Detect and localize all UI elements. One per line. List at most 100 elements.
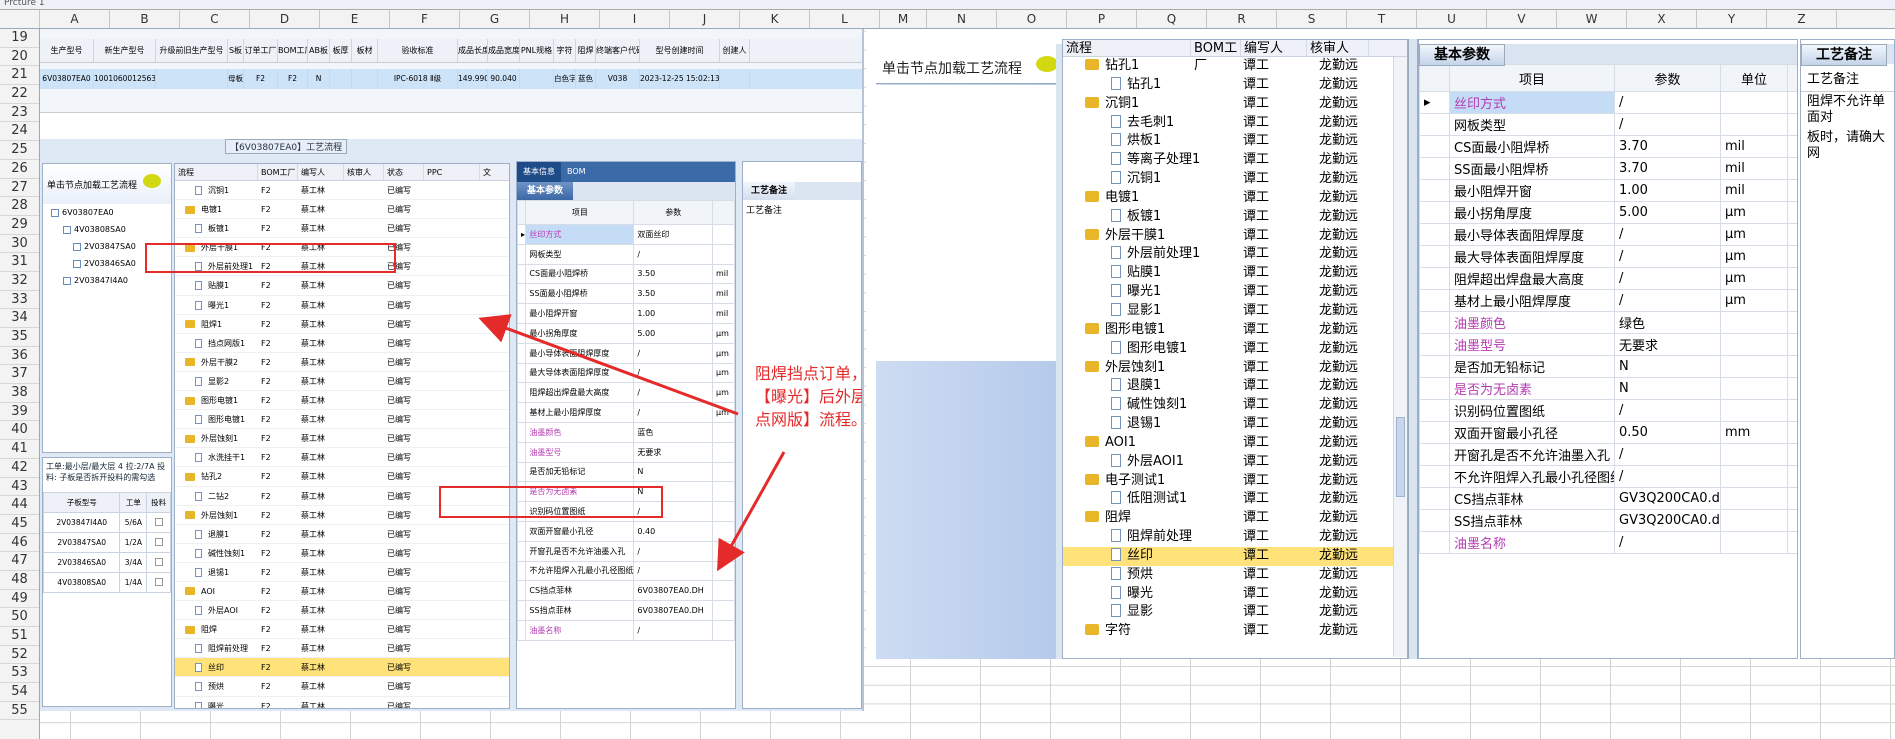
param-value[interactable]: 0.40 <box>633 520 714 542</box>
right-param-value[interactable]: GV3Q200CA0.dh <box>1614 509 1721 532</box>
right-param-value[interactable]: / <box>1614 443 1721 466</box>
right-param-row[interactable]: 最小导体表面阻焊厚度 / μm <box>1419 223 1797 246</box>
grid-col-header[interactable]: 终端客户代码 <box>596 39 640 62</box>
flow-col-header[interactable]: 状态 <box>384 164 424 180</box>
right-param-row[interactable]: 开窗孔是否不允许油墨入孔 / <box>1419 443 1797 466</box>
row-header[interactable]: 38 <box>0 384 39 403</box>
right-flow-row[interactable]: 碱性蚀刻1 谭工 龙勤远 <box>1063 396 1407 415</box>
param-row[interactable]: 油墨型号 无要求 <box>517 441 735 463</box>
param-row[interactable]: CS面最小阻焊桥 3.50 mil <box>517 263 735 285</box>
node-checkbox-icon[interactable] <box>63 276 71 285</box>
flow-row[interactable]: 图形电镀1 F2 蔡工林 已编写 <box>175 410 509 430</box>
row-header[interactable]: 43 <box>0 478 39 497</box>
tab-basic-params[interactable]: 基本参数 <box>517 182 574 200</box>
feed-checkbox[interactable] <box>154 557 163 566</box>
flow-row[interactable]: AOI F2 蔡工林 已编写 <box>175 582 509 602</box>
flow-row[interactable]: 外层AOI F2 蔡工林 已编写 <box>175 601 509 621</box>
row-header[interactable]: 23 <box>0 104 39 123</box>
param-value[interactable]: 双面丝印 <box>633 224 714 245</box>
node-checkbox-icon[interactable] <box>73 242 81 251</box>
right-param-row[interactable]: 油墨型号 无要求 <box>1419 333 1797 356</box>
right-flow-row[interactable]: 曝光1 谭工 龙勤远 <box>1063 283 1407 302</box>
grid-col-header[interactable]: 字符 <box>554 39 576 62</box>
right-flow-row[interactable]: 外层AOI1 谭工 龙勤远 <box>1063 453 1407 472</box>
param-value[interactable]: 6V03807EA0.DH <box>633 580 714 602</box>
param-row[interactable]: 最小拐角厚度 5.00 μm <box>517 322 735 344</box>
row-header[interactable]: 53 <box>0 664 39 684</box>
param-row[interactable]: 双面开窗最小孔径 0.40 <box>517 520 735 542</box>
param-value[interactable]: / <box>633 540 714 562</box>
row-header[interactable]: 51 <box>0 627 39 646</box>
corner-cell[interactable] <box>0 10 40 28</box>
right-param-row[interactable]: 网板类型 / <box>1419 113 1797 136</box>
right-param-value[interactable]: 1.00 <box>1614 179 1721 202</box>
right-flow-row[interactable]: 板镀1 谭工 龙勤远 <box>1063 208 1407 227</box>
right-flow-row[interactable]: 低阻测试1 谭工 龙勤远 <box>1063 490 1407 509</box>
right-param-value[interactable]: / <box>1614 267 1721 290</box>
param-row[interactable]: SS挡点菲林 6V03807EA0.DH <box>517 600 735 621</box>
flow-row[interactable]: 板镀1 F2 蔡工林 已编写 <box>175 219 509 239</box>
column-header[interactable]: W <box>1557 10 1627 28</box>
grid-col-header[interactable]: 创建人 <box>720 39 750 62</box>
grid-col-header[interactable]: 型号创建时间 <box>640 39 720 62</box>
right-flow-row[interactable]: 显影1 谭工 龙勤远 <box>1063 302 1407 321</box>
right-flow-row[interactable]: 预烘 谭工 龙勤远 <box>1063 566 1407 585</box>
param-value[interactable]: / <box>633 243 714 265</box>
grid-col-header[interactable]: PNL规格 <box>520 39 554 62</box>
flow-row[interactable]: 图形电镀1 F2 蔡工林 已编写 <box>175 391 509 411</box>
grid-col-header[interactable]: 生产型号 <box>40 39 94 62</box>
grid-col-header[interactable]: 订单工厂 <box>244 39 278 62</box>
flow-col-header[interactable]: BOM工厂 <box>258 164 298 180</box>
right-flow-row[interactable]: 字符 谭工 龙勤远 <box>1063 622 1407 641</box>
column-header[interactable]: G <box>460 10 530 28</box>
right-param-row[interactable]: 基材上最小阻焊厚度 / μm <box>1419 289 1797 312</box>
flow-row[interactable]: 沉铜1 F2 蔡工林 已编写 <box>175 181 509 201</box>
right-param-row[interactable]: 是否加无铅标记 N <box>1419 355 1797 378</box>
column-header[interactable]: Z <box>1767 10 1837 28</box>
column-header[interactable]: K <box>740 10 810 28</box>
row-header[interactable]: 37 <box>0 365 39 385</box>
row-header[interactable]: 46 <box>0 534 39 553</box>
feed-checkbox[interactable] <box>154 517 163 526</box>
row-header[interactable]: 52 <box>0 646 39 665</box>
right-flow-row[interactable]: 阻焊前处理 谭工 龙勤远 <box>1063 528 1407 547</box>
column-header[interactable]: M <box>880 10 927 28</box>
param-value[interactable]: / <box>633 402 714 423</box>
node-checkbox-icon[interactable] <box>51 208 59 217</box>
right-flow-row[interactable]: 丝印 谭工 龙勤远 <box>1063 546 1407 566</box>
sub-board-row[interactable]: 2V03847SA0 1/2A <box>42 532 171 553</box>
column-header[interactable]: E <box>320 10 390 28</box>
right-flow-row[interactable]: 显影 谭工 龙勤远 <box>1063 603 1407 622</box>
row-header[interactable]: 22 <box>0 85 39 104</box>
column-header[interactable]: Y <box>1697 10 1767 28</box>
right-param-row[interactable]: 油墨名称 / <box>1419 531 1797 554</box>
right-flow-row[interactable]: 曝光 谭工 龙勤远 <box>1063 585 1407 604</box>
right-param-row[interactable]: SS面最小阻焊桥 3.70 mil <box>1419 157 1797 180</box>
feed-checkbox[interactable] <box>154 577 163 586</box>
right-param-value[interactable]: 3.70 <box>1614 157 1721 180</box>
splitter-middle[interactable] <box>1408 39 1418 659</box>
row-header[interactable]: 34 <box>0 309 39 328</box>
flow-row[interactable]: 显影2 F2 蔡工林 已编写 <box>175 372 509 392</box>
row-header[interactable]: 42 <box>0 459 39 478</box>
grid-col-header[interactable]: 验收标准 <box>378 39 458 62</box>
row-header[interactable]: 35 <box>0 328 39 347</box>
right-param-row[interactable]: CS面最小阻焊桥 3.70 mil <box>1419 135 1797 158</box>
right-param-row[interactable]: SS挡点菲林 GV3Q200CA0.dh <box>1419 509 1797 532</box>
column-header[interactable]: L <box>810 10 880 28</box>
grid-col-header[interactable]: 成品长度 <box>458 39 488 62</box>
flow-row[interactable]: 阻焊1 F2 蔡工林 已编写 <box>175 315 509 334</box>
right-flow-row[interactable]: 等离子处理1 谭工 龙勤远 <box>1063 151 1407 170</box>
right-flow-scrollbar[interactable] <box>1393 57 1407 657</box>
param-value[interactable]: / <box>633 619 714 641</box>
column-header[interactable]: T <box>1347 10 1417 28</box>
right-param-value[interactable]: / <box>1614 465 1721 488</box>
flow-row[interactable]: 丝印 F2 蔡工林 已编写 <box>175 658 509 678</box>
row-header[interactable]: 50 <box>0 608 39 627</box>
flow-row[interactable]: 钻孔2 F2 蔡工林 已编写 <box>175 467 509 487</box>
row-header[interactable]: 45 <box>0 515 39 534</box>
right-flow-row[interactable]: 电镀1 谭工 龙勤远 <box>1063 189 1407 208</box>
row-header[interactable]: 27 <box>0 179 39 198</box>
column-header[interactable]: D <box>250 10 320 28</box>
row-header[interactable]: 26 <box>0 160 39 179</box>
